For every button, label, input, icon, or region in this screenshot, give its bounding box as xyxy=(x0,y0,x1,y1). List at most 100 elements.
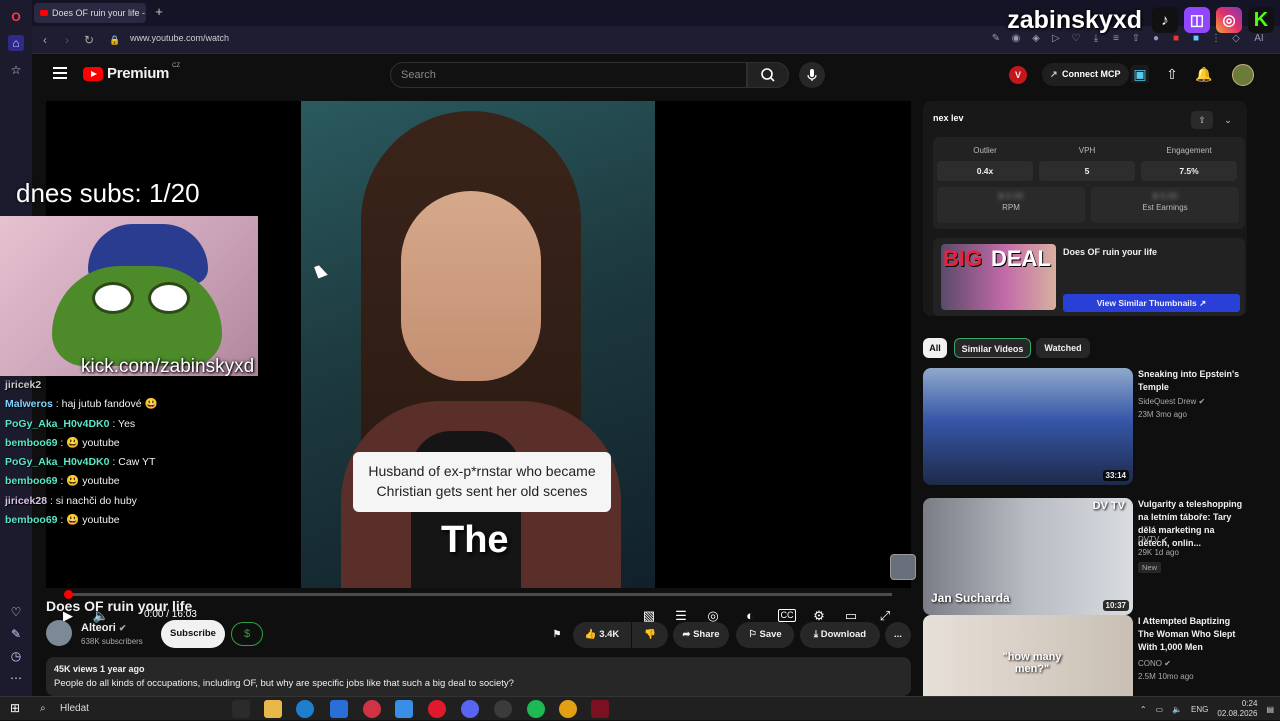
chat-message: bemboo69 : 😃 youtube xyxy=(0,511,300,526)
kick-url: kick.com/zabinskyxd xyxy=(81,356,255,377)
download-icon: ⤓ xyxy=(813,629,819,640)
bookmark-icon[interactable]: ⚑ xyxy=(543,622,571,648)
search-button[interactable] xyxy=(747,62,789,88)
language-indicator[interactable]: ENG xyxy=(1191,705,1208,714)
opera-icon[interactable] xyxy=(428,700,446,718)
spotify-icon[interactable] xyxy=(527,700,545,718)
microphone-icon xyxy=(807,69,817,81)
download-button[interactable]: ⤓ Download xyxy=(800,622,880,648)
progress-bar[interactable] xyxy=(64,590,892,599)
dislike-button[interactable]: 👎 xyxy=(632,622,668,648)
new-badge: New xyxy=(1138,562,1162,573)
stat-label: Outlier xyxy=(973,146,997,155)
description-box[interactable]: 45K views 1 year ago People do all kinds… xyxy=(46,657,911,696)
related-title[interactable]: I Attempted Baptizing The Woman Who Slep… xyxy=(1138,615,1243,654)
opera-logo-icon[interactable]: O xyxy=(8,9,24,25)
more-icon[interactable]: ⋯ xyxy=(8,670,24,686)
home-icon[interactable]: ⌂ xyxy=(8,35,24,51)
store-icon[interactable] xyxy=(330,700,348,718)
clock[interactable]: 0:24 02.08.2026 xyxy=(1217,699,1257,719)
windows-taskbar: ⊞ ⌕ Hledat ⌃ ▭ 🔈 ENG 0:24 02.08.2026 ▤ xyxy=(0,696,1280,720)
like-button[interactable]: 👍 3.4K xyxy=(573,622,631,648)
chevron-down-icon[interactable]: ⌄ xyxy=(1217,111,1239,129)
related-video[interactable]: "how many men?" I Attempted Baptizing Th… xyxy=(923,615,1243,696)
chat-username: PoGy_Aka_H0v4DK0 xyxy=(5,456,110,469)
share-button[interactable]: ➦ Share xyxy=(673,622,729,648)
description-text: People do all kinds of occupations, incl… xyxy=(54,678,514,689)
discord-icon[interactable] xyxy=(461,700,479,718)
v-extension-button[interactable]: V xyxy=(1009,66,1027,84)
chip-similar-videos[interactable]: Similar Videos xyxy=(954,338,1031,358)
edit-icon[interactable]: ✎ xyxy=(990,32,1002,46)
extension-icon[interactable]: ▣ xyxy=(1131,65,1149,83)
forward-icon[interactable]: › xyxy=(60,32,74,48)
notifications-bell-icon[interactable]: 🔔 xyxy=(1195,65,1213,83)
chrome-icon[interactable] xyxy=(559,700,577,718)
taskbar-search[interactable]: ⌕ Hledat xyxy=(32,699,212,718)
related-thumbnail[interactable]: Jan Sucharda DV TV 10:37 xyxy=(923,498,1133,615)
heart-icon[interactable]: ♡ xyxy=(8,604,24,620)
view-similar-thumbnails-button[interactable]: View Similar Thumbnails ↗ xyxy=(1063,294,1240,312)
hamburger-menu-icon[interactable] xyxy=(53,67,67,79)
share-icon[interactable]: ⇧ xyxy=(1191,111,1213,129)
related-channel[interactable]: DVTV ✔ xyxy=(1138,535,1168,544)
subtitles-icon[interactable]: CC xyxy=(778,609,796,622)
related-video[interactable]: Jan Sucharda DV TV 10:37 Vulgarity a tel… xyxy=(923,498,1243,618)
tab-youtube[interactable]: Does OF ruin your life - Yo xyxy=(34,3,146,23)
related-channel[interactable]: CONO ✔ xyxy=(1138,659,1171,668)
chat-username: bemboo69 xyxy=(5,475,58,488)
duration-badge: 10:37 xyxy=(1102,600,1129,611)
search-box[interactable] xyxy=(390,62,747,88)
history-icon[interactable]: ◷ xyxy=(8,648,24,664)
search-icon xyxy=(761,68,775,82)
opera-gx-icon[interactable] xyxy=(363,700,381,718)
chip-all[interactable]: All xyxy=(923,338,947,358)
youtube-logo[interactable]: Premium CZ xyxy=(83,63,180,82)
connect-mcp-button[interactable]: ↗ Connect MCP xyxy=(1042,63,1129,86)
related-video[interactable]: 33:14 Sneaking into Epstein's Temple Sid… xyxy=(923,368,1243,488)
channel-name[interactable]: Alteori ✔ xyxy=(81,622,126,634)
url-field[interactable]: www.youtube.com/watch xyxy=(130,33,229,43)
network-icon[interactable]: ▭ xyxy=(1156,705,1164,714)
notifications-icon[interactable]: ▤ xyxy=(1266,705,1274,714)
chat-username: jiricek28 xyxy=(5,494,48,507)
voice-search-button[interactable] xyxy=(799,62,825,88)
search-input[interactable] xyxy=(391,63,746,87)
mail-icon[interactable] xyxy=(395,700,413,718)
related-thumbnail[interactable]: "how many men?" xyxy=(923,615,1133,696)
subscribe-button[interactable]: Subscribe xyxy=(161,620,225,648)
thanks-button[interactable]: $ xyxy=(231,622,263,646)
search-icon: ⌕ xyxy=(40,703,46,714)
task-view-icon[interactable] xyxy=(232,700,250,718)
channel-avatar[interactable] xyxy=(46,620,72,646)
volume-icon[interactable]: 🔈 xyxy=(1172,705,1182,714)
related-title[interactable]: Sneaking into Epstein's Temple xyxy=(1138,368,1243,394)
edit-icon[interactable]: ✎ xyxy=(8,626,24,642)
save-button[interactable]: ⚐ Save xyxy=(736,622,794,648)
chevron-up-icon[interactable]: ⌃ xyxy=(1140,705,1147,714)
app-icon[interactable] xyxy=(591,700,609,718)
file-explorer-icon[interactable] xyxy=(264,700,282,718)
pinboard-icon[interactable]: ☆ xyxy=(8,62,24,78)
account-avatar[interactable] xyxy=(1232,64,1254,86)
related-channel[interactable]: SideQuest Drew ✔ xyxy=(1138,397,1205,406)
nexlev-logo: nex lev xyxy=(933,113,964,123)
related-thumbnail[interactable]: 33:14 xyxy=(923,368,1133,485)
instagram-icon: ◎ xyxy=(1216,7,1242,33)
reload-icon[interactable]: ↻ xyxy=(82,32,96,48)
edge-icon[interactable] xyxy=(296,700,314,718)
fullscreen-icon[interactable]: ⤢ xyxy=(876,607,894,625)
more-actions-button[interactable]: ... xyxy=(885,622,911,648)
related-meta: 23M 3mo ago xyxy=(1138,410,1187,419)
obs-icon[interactable] xyxy=(494,700,512,718)
webcam-pepe-avatar xyxy=(52,266,222,366)
upload-icon[interactable]: ⇧ xyxy=(1163,65,1181,83)
windows-start-icon[interactable]: ⊞ xyxy=(10,702,22,714)
channel-watermark[interactable] xyxy=(890,554,916,580)
new-tab-button[interactable]: + xyxy=(152,5,166,19)
streamer-name: zabinskyxd xyxy=(1007,5,1142,34)
tab-title: Does OF ruin your life - Yo xyxy=(52,8,146,18)
chip-watched[interactable]: Watched xyxy=(1036,338,1090,358)
back-icon[interactable]: ‹ xyxy=(38,32,52,48)
earnings-label: Est Earnings xyxy=(1142,203,1188,212)
